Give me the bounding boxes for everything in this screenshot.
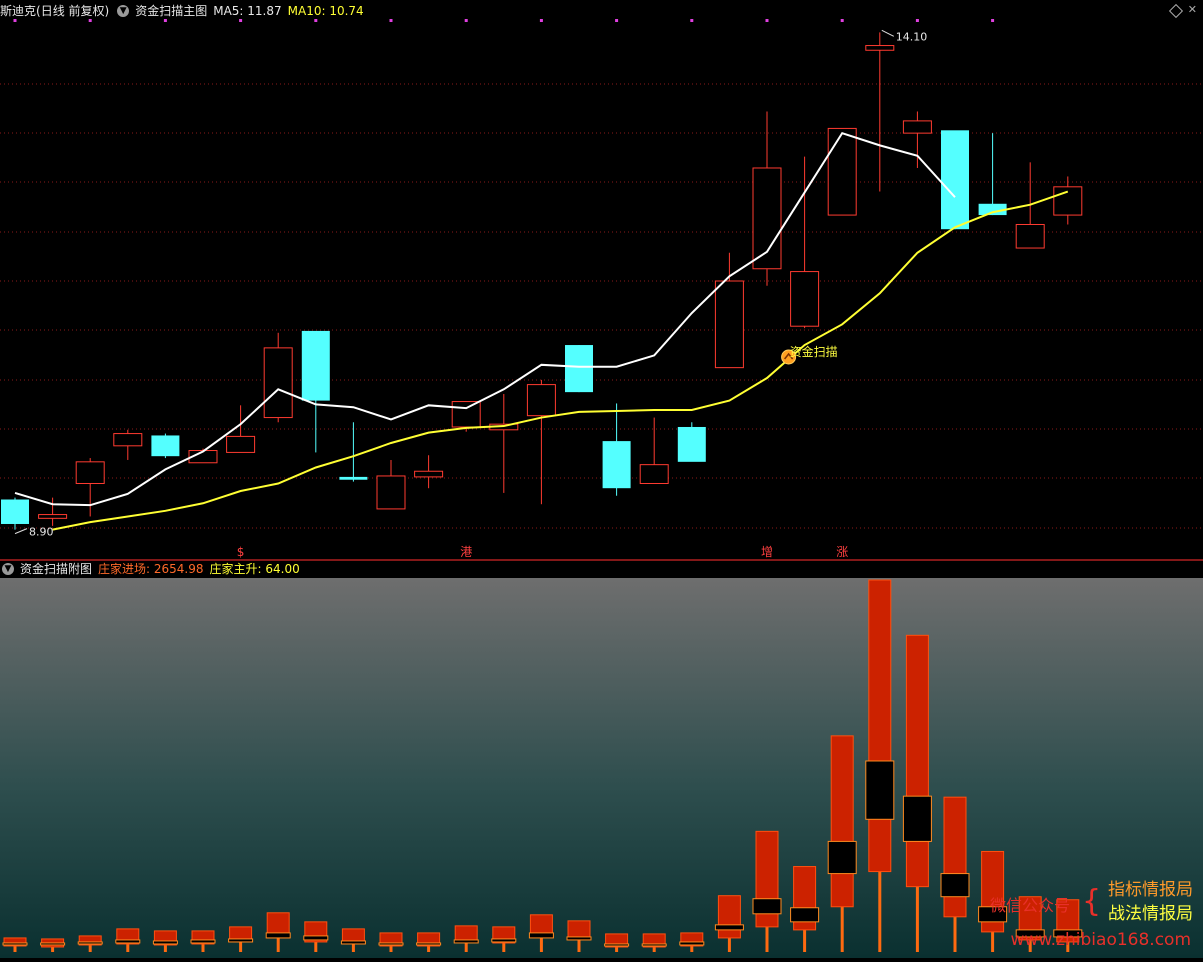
chevron-down-icon[interactable]: ▼ bbox=[117, 5, 130, 17]
period-label: (日线 前复权) bbox=[36, 4, 110, 18]
sub-header: ▼ 资金扫描附图 庄家进场: 2654.98 庄家主升: 64.00 bbox=[0, 559, 300, 579]
sub-bar bbox=[905, 634, 929, 888]
sub-box bbox=[340, 940, 366, 945]
watermark: 指标情报局 战法情报局 bbox=[1108, 878, 1193, 926]
watermark-line1: 指标情报局 bbox=[1108, 880, 1193, 900]
sub-box bbox=[940, 873, 970, 898]
event-marker: 港 bbox=[460, 545, 472, 559]
candle-body-up bbox=[526, 384, 556, 417]
event-marker: 增 bbox=[761, 545, 773, 559]
sub-value2: 庄家主升: 64.00 bbox=[209, 562, 300, 576]
candle-body-down bbox=[565, 345, 593, 393]
watermark-line2: 战法情报局 bbox=[1108, 904, 1193, 924]
candle-body-down bbox=[151, 435, 180, 457]
candle-body-down bbox=[339, 476, 368, 480]
chevron-down-icon[interactable]: ▼ bbox=[2, 563, 14, 575]
candle-body-up bbox=[639, 464, 669, 484]
sub-box bbox=[752, 898, 782, 915]
ma5-value: MA5: 11.87 bbox=[213, 4, 282, 18]
candle-body-up bbox=[451, 401, 481, 428]
candle-body-down bbox=[677, 426, 706, 462]
main-indicator-name[interactable]: 资金扫描主图 bbox=[135, 1, 207, 21]
main-candles bbox=[1, 32, 1083, 530]
candle-body-up bbox=[376, 475, 406, 510]
signal-dot bbox=[464, 19, 468, 22]
chart-stage: 14.10 8.90 资金扫描 $ 港 增 涨 斯迪克 (日线 前复权) ▼ 资金扫描主图 … bbox=[0, 0, 1203, 958]
candle-body-up bbox=[113, 433, 143, 447]
sub-box bbox=[865, 760, 895, 820]
sub-box bbox=[528, 932, 554, 939]
sub-box bbox=[566, 936, 592, 941]
sub-bar bbox=[943, 796, 967, 918]
sub-box bbox=[453, 939, 479, 944]
main-header: 斯迪克 (日线 前复权) ▼ 资金扫描主图 MA5: 11.87 MA10: 1… bbox=[0, 1, 364, 21]
sub-box bbox=[416, 942, 442, 946]
low-price-label: 8.90 bbox=[29, 526, 54, 539]
candle-body-down bbox=[1, 499, 29, 524]
sub-box bbox=[303, 935, 329, 941]
sub-box bbox=[491, 938, 517, 943]
sub-box bbox=[679, 941, 705, 946]
candle-body-up bbox=[226, 435, 256, 453]
sub-box bbox=[190, 939, 216, 944]
candle-body-up bbox=[752, 167, 782, 270]
signal-dot bbox=[615, 19, 619, 22]
sub-box bbox=[115, 939, 141, 944]
candle-body-up bbox=[263, 347, 293, 419]
event-marker: $ bbox=[237, 545, 245, 559]
sub-bar bbox=[717, 895, 741, 939]
sub-box bbox=[2, 942, 28, 946]
signal-dot bbox=[915, 19, 919, 22]
candle-body-up bbox=[38, 514, 68, 519]
sub-box bbox=[641, 943, 667, 947]
event-marker: 涨 bbox=[836, 544, 848, 559]
watermark-brace: { bbox=[1082, 884, 1102, 919]
candle-body-up bbox=[827, 127, 857, 216]
sub-box bbox=[714, 924, 744, 931]
high-pointer bbox=[881, 29, 895, 37]
candle-body-up bbox=[902, 120, 932, 134]
sub-bar bbox=[830, 735, 854, 908]
candle-body-up bbox=[414, 470, 444, 478]
candle-body-up bbox=[714, 280, 744, 369]
signal-dot bbox=[690, 19, 694, 22]
sub-box bbox=[827, 840, 857, 875]
sub-box bbox=[152, 940, 178, 945]
signal-dot bbox=[389, 19, 393, 22]
sub-bar bbox=[868, 579, 892, 873]
candle-body-up bbox=[790, 271, 820, 327]
sub-box bbox=[378, 942, 404, 946]
sub-box bbox=[604, 943, 630, 947]
chart-svg: 14.10 8.90 资金扫描 $ 港 增 涨 bbox=[0, 19, 1203, 958]
candle-body-up bbox=[75, 461, 105, 484]
candle-body-down bbox=[941, 130, 969, 230]
signal-dot bbox=[840, 19, 844, 22]
stock-name[interactable]: 斯迪克 bbox=[0, 1, 36, 21]
candle-body-down bbox=[602, 441, 631, 489]
sub-box bbox=[77, 941, 103, 945]
candle-body-up bbox=[1015, 223, 1045, 249]
ma10-value: MA10: 10.74 bbox=[287, 4, 364, 18]
candle-body-up bbox=[1053, 186, 1083, 216]
high-price-label: 14.10 bbox=[896, 30, 928, 43]
sub-box bbox=[790, 907, 820, 923]
low-pointer bbox=[14, 528, 28, 535]
sub-box bbox=[40, 942, 66, 946]
signal-label: 资金扫描 bbox=[790, 344, 838, 359]
sub-box bbox=[265, 932, 291, 939]
candle-body-down bbox=[301, 330, 330, 401]
candle-body-up bbox=[865, 45, 895, 51]
main-grid bbox=[0, 83, 1203, 561]
watermark-url: www.zhibiao168.com bbox=[1010, 930, 1191, 950]
sub-value1: 庄家进场: 2654.98 bbox=[98, 562, 204, 576]
sub-indicator-name[interactable]: 资金扫描附图 bbox=[20, 559, 92, 579]
signal-dot bbox=[991, 19, 995, 22]
watermark-left: 微信公众号 bbox=[990, 896, 1071, 915]
ma10-line bbox=[52, 190, 1069, 531]
signal-dot bbox=[765, 19, 769, 22]
signal-dot bbox=[539, 19, 543, 22]
sub-box bbox=[228, 938, 254, 943]
close-icon[interactable]: ✕ bbox=[1188, 3, 1197, 16]
sub-box bbox=[902, 795, 932, 842]
